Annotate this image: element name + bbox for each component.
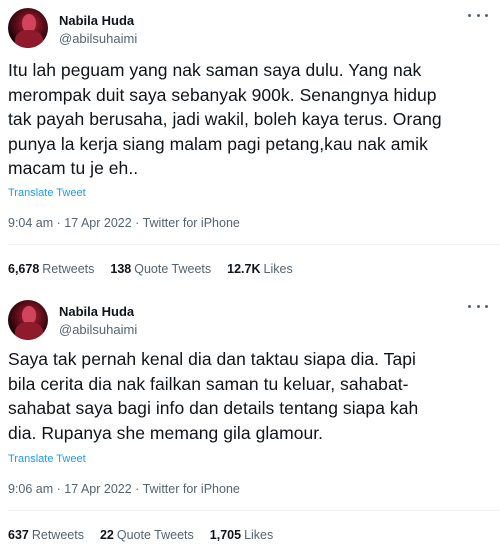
retweets-count: 637 [8, 528, 29, 542]
tweet-stats: 6,678 Retweets 138 Quote Tweets 12.7K Likes [8, 262, 293, 276]
likes-count: 1,705 [209, 528, 242, 542]
likes-label: Likes [244, 528, 274, 542]
retweets-label: Retweets [31, 528, 84, 542]
translate-tweet-link[interactable]: Translate Tweet [8, 187, 86, 199]
tweet-timestamp[interactable]: 9:06 am · 17 Apr 2022 · Twitter for iPho… [8, 482, 240, 496]
retweets-count: 6,678 [8, 262, 40, 276]
tweet-card[interactable]: Nabila Huda @abilsuhaimi Itu lah peguam … [0, 0, 500, 282]
retweets-stat[interactable]: 637 Retweets [8, 528, 84, 542]
likes-stat[interactable]: 12.7K Likes [227, 262, 293, 276]
retweets-stat[interactable]: 6,678 Retweets [8, 262, 94, 276]
author-name[interactable]: Nabila Huda [59, 304, 134, 319]
quote-tweets-label: Quote Tweets [116, 528, 194, 542]
avatar[interactable] [8, 300, 48, 340]
likes-count: 12.7K [227, 262, 261, 276]
tweet-text: Saya tak pernah kenal dia dan taktau sia… [8, 349, 419, 443]
tweet-timestamp[interactable]: 9:04 am · 17 Apr 2022 · Twitter for iPho… [8, 216, 240, 230]
likes-stat[interactable]: 1,705 Likes [210, 528, 273, 542]
likes-label: Likes [263, 262, 293, 276]
retweets-label: Retweets [42, 262, 95, 276]
tweet-stats: 637 Retweets 22 Quote Tweets 1,705 Likes [8, 528, 273, 542]
author-handle[interactable]: @abilsuhaimi [59, 322, 137, 337]
tweet-text: Itu lah peguam yang nak saman saya dulu.… [8, 60, 442, 179]
avatar-body [15, 322, 43, 340]
quote-tweets-stat[interactable]: 22 Quote Tweets [100, 528, 194, 542]
quote-tweets-count: 138 [110, 262, 132, 276]
divider [8, 244, 500, 245]
tweet-separator [0, 282, 500, 291]
more-icon[interactable] [468, 8, 488, 22]
tweet-card[interactable]: Nabila Huda @abilsuhaimi Saya tak pernah… [0, 291, 500, 555]
more-icon[interactable] [468, 299, 488, 313]
avatar-body [15, 30, 43, 48]
translate-tweet-link[interactable]: Translate Tweet [8, 453, 86, 465]
author-name[interactable]: Nabila Huda [59, 13, 134, 28]
author-handle[interactable]: @abilsuhaimi [59, 31, 137, 46]
divider [8, 510, 500, 511]
quote-tweets-label: Quote Tweets [134, 262, 212, 276]
quote-tweets-count: 22 [99, 528, 114, 542]
quote-tweets-stat[interactable]: 138 Quote Tweets [110, 262, 211, 276]
avatar[interactable] [8, 8, 48, 48]
